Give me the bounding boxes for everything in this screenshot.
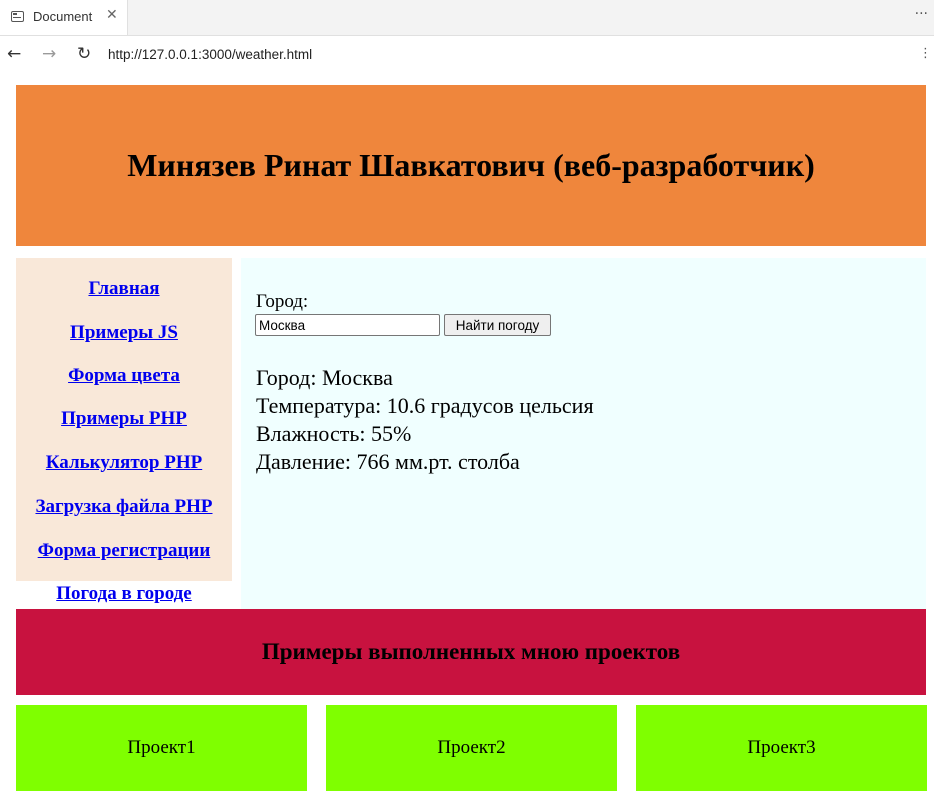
browser-tab-bar: Document ✕ ··· — [0, 0, 934, 36]
menu-icon[interactable]: ⋮ — [919, 46, 932, 61]
back-arrow-icon[interactable]: ← — [7, 44, 21, 64]
weather-section: Город: Найти погоду Город: Москва Темпер… — [241, 258, 926, 609]
url-field[interactable]: http://127.0.0.1:3000/weather.html — [108, 47, 312, 62]
tab-title: Document — [33, 9, 93, 24]
site-header: Минязев Ринат Шавкатович (веб-разработчи… — [16, 85, 926, 246]
page-title: Минязев Ринат Шавкатович (веб-разработчи… — [127, 147, 815, 183]
city-input[interactable] — [255, 314, 440, 336]
result-temperature: Температура: 10.6 градусов цельсия — [256, 393, 594, 418]
page-icon — [11, 11, 24, 22]
project-card-1[interactable]: Проект1 — [16, 705, 307, 791]
more-icon[interactable]: ··· — [915, 6, 928, 22]
browser-tab[interactable]: Document ✕ — [0, 0, 128, 35]
result-city: Город: Москва — [256, 365, 393, 390]
sidebar-link-home[interactable]: Главная — [16, 278, 232, 300]
address-bar: ← → ↻ http://127.0.0.1:3000/weather.html… — [0, 36, 934, 76]
sidebar-link-registration[interactable]: Форма регистрации — [16, 540, 232, 562]
close-icon[interactable]: ✕ — [106, 7, 118, 23]
project-card-2[interactable]: Проект2 — [326, 705, 617, 791]
sidebar-link-file-upload[interactable]: Загрузка файла PHP — [16, 496, 232, 518]
sidebar-link-php-calculator[interactable]: Калькулятор PHP — [16, 452, 232, 474]
sidebar-link-js-examples[interactable]: Примеры JS — [16, 322, 232, 344]
city-label: Город: — [256, 291, 309, 312]
forward-arrow-icon[interactable]: → — [42, 44, 56, 64]
result-pressure: Давление: 766 мм.рт. столба — [256, 449, 520, 474]
sidebar-link-php-examples[interactable]: Примеры PHP — [16, 408, 232, 430]
reload-icon[interactable]: ↻ — [77, 44, 91, 64]
project-card-3[interactable]: Проект3 — [636, 705, 927, 791]
result-humidity: Влажность: 55% — [256, 421, 412, 446]
projects-banner: Примеры выполненных мною проектов — [16, 609, 926, 695]
sidebar-link-color-form[interactable]: Форма цвета — [16, 365, 232, 387]
find-weather-button[interactable]: Найти погоду — [444, 314, 551, 336]
projects-title: Примеры выполненных мною проектов — [261, 639, 681, 664]
sidebar-link-weather[interactable]: Погода в городе — [16, 583, 232, 605]
